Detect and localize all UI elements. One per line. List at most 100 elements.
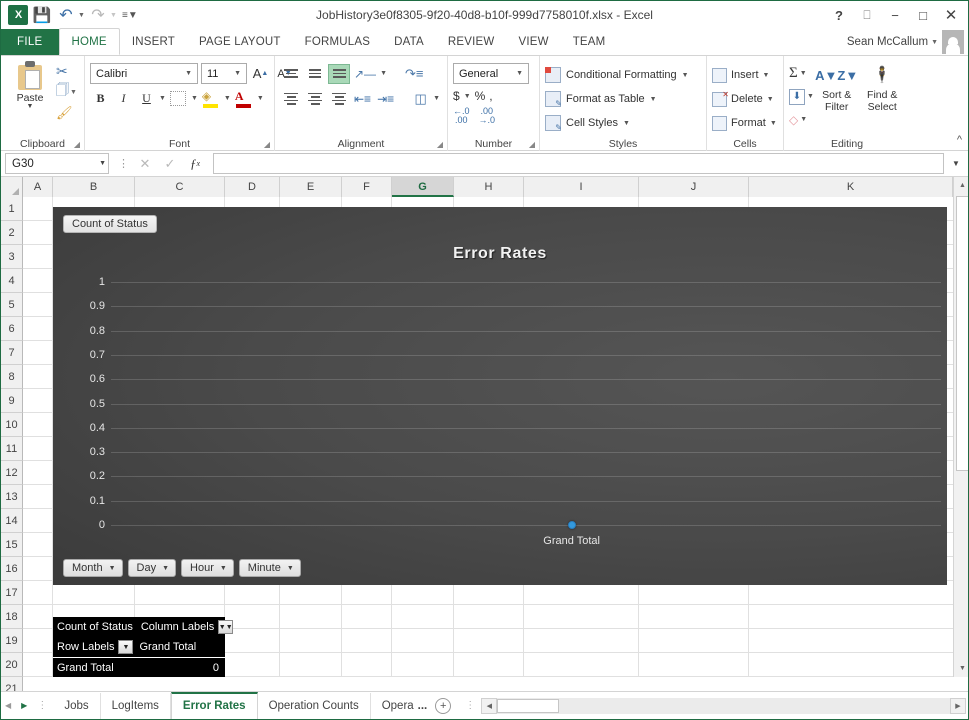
clipboard-dialog-launcher[interactable]: ◢ xyxy=(74,140,80,149)
format-painter-icon[interactable]: 🖌 xyxy=(56,105,73,121)
field-button-day-dropdown-icon[interactable]: ▼ xyxy=(162,565,169,572)
data-point-grand-total[interactable] xyxy=(568,521,576,529)
row-header-6[interactable]: 6 xyxy=(1,317,23,341)
column-header-j[interactable]: J xyxy=(639,177,749,197)
previous-sheet-icon[interactable]: ◀ xyxy=(5,701,11,710)
fill-dropdown-icon[interactable]: ▼ xyxy=(807,93,814,100)
user-dropdown-icon[interactable]: ▼ xyxy=(931,39,938,46)
bold-button[interactable]: B xyxy=(90,88,111,109)
increase-indent-icon[interactable]: ⇥≡ xyxy=(375,88,396,109)
column-header-g[interactable]: G xyxy=(392,177,454,197)
conditional-formatting-button[interactable]: Conditional Formatting ▼ xyxy=(545,64,689,86)
sheet-tab-jobs[interactable]: Jobs xyxy=(53,693,100,719)
pivot-table[interactable]: Count of Status Column Labels ▼▼ Row Lab… xyxy=(53,617,225,677)
fill-button[interactable]: ⬇ ▼ xyxy=(789,86,814,107)
redo-dropdown-icon[interactable]: ▼ xyxy=(110,12,117,19)
row-header-20[interactable]: 20 xyxy=(1,653,23,677)
row-header-12[interactable]: 12 xyxy=(1,461,23,485)
tab-page-layout[interactable]: PAGE LAYOUT xyxy=(187,29,293,55)
borders-icon[interactable] xyxy=(168,88,189,109)
scissors-icon[interactable]: ✂ xyxy=(56,63,68,80)
row-header-18[interactable]: 18 xyxy=(1,605,23,629)
field-button-minute[interactable]: Minute ▼ xyxy=(239,559,301,577)
paste-dropdown-icon[interactable]: ▼ xyxy=(27,104,34,110)
clear-dropdown-icon[interactable]: ▼ xyxy=(800,116,807,123)
row-header-17[interactable]: 17 xyxy=(1,581,23,605)
cells-area[interactable]: Count of Status Error Rates 1 0.9 0.8 0.… xyxy=(23,197,953,677)
insert-cells-button[interactable]: Insert ▼ xyxy=(712,64,769,86)
redo-icon[interactable]: ↷ xyxy=(87,4,109,26)
percent-format-icon[interactable]: % xyxy=(475,89,486,103)
column-header-c[interactable]: C xyxy=(135,177,225,197)
tab-view[interactable]: VIEW xyxy=(506,29,560,55)
cancel-icon[interactable]: ✕ xyxy=(133,153,157,174)
column-header-h[interactable]: H xyxy=(454,177,524,197)
close-icon[interactable]: ✕ xyxy=(938,4,964,26)
name-box[interactable]: G30 ▼ xyxy=(5,153,109,174)
expand-formula-bar-icon[interactable]: ▼ xyxy=(948,159,964,168)
sort-and-filter-button[interactable]: A▼Z▼ Sort & Filter xyxy=(814,63,860,113)
font-color-icon[interactable]: A xyxy=(233,88,255,109)
maximize-icon[interactable]: □ xyxy=(910,4,936,26)
autosum-button[interactable]: Σ ▼ xyxy=(789,63,814,84)
row-header-2[interactable]: 2 xyxy=(1,221,23,245)
format-as-table-dropdown-icon[interactable]: ▼ xyxy=(650,96,657,103)
copy-icon[interactable]: 🗍 xyxy=(56,81,69,103)
sheet-tab-opera-truncated[interactable]: Opera xyxy=(371,693,418,719)
tab-review[interactable]: REVIEW xyxy=(436,29,507,55)
sheet-tab-logitems[interactable]: LogItems xyxy=(101,693,171,719)
italic-button[interactable]: I xyxy=(113,88,134,109)
borders-dropdown-icon[interactable]: ▼ xyxy=(191,95,198,102)
font-color-dropdown-icon[interactable]: ▼ xyxy=(257,95,264,102)
decrease-decimal-icon[interactable]: .00→.0 xyxy=(479,107,496,125)
formula-input[interactable] xyxy=(213,153,944,174)
align-right-icon[interactable] xyxy=(328,89,350,109)
currency-dropdown-icon[interactable]: ▼ xyxy=(464,93,471,100)
help-icon[interactable]: ? xyxy=(826,4,852,26)
underline-button[interactable]: U xyxy=(136,88,157,109)
tab-team[interactable]: TEAM xyxy=(561,29,618,55)
delete-cells-button[interactable]: Delete ▼ xyxy=(712,88,774,110)
scroll-left-icon[interactable]: ◀ xyxy=(481,698,497,714)
column-header-b[interactable]: B xyxy=(53,177,135,197)
sheet-context-icon[interactable]: ⋮ xyxy=(459,700,481,711)
vertical-scrollbar-thumb[interactable] xyxy=(956,196,969,471)
font-name-combo[interactable]: Calibri ▼ xyxy=(90,63,198,84)
new-sheet-button[interactable]: + xyxy=(435,698,451,714)
row-header-1[interactable]: 1 xyxy=(1,197,23,221)
fill-color-icon[interactable]: ◈ xyxy=(200,88,222,109)
orientation-icon[interactable]: ↗— xyxy=(352,63,378,84)
orientation-dropdown-icon[interactable]: ▼ xyxy=(380,70,387,77)
row-header-19[interactable]: 19 xyxy=(1,629,23,653)
merge-and-center-icon[interactable]: ◫ xyxy=(410,88,431,109)
clear-button[interactable]: ◇ ▼ xyxy=(789,109,814,130)
font-size-combo[interactable]: 11 ▼ xyxy=(201,63,247,84)
select-all-button[interactable] xyxy=(1,177,23,197)
save-icon[interactable]: 💾 xyxy=(31,4,53,26)
tab-file[interactable]: FILE xyxy=(1,29,59,55)
pivot-chart[interactable]: Count of Status Error Rates 1 0.9 0.8 0.… xyxy=(53,207,947,585)
collapse-ribbon-icon[interactable]: ^ xyxy=(957,134,962,146)
tab-data[interactable]: DATA xyxy=(382,29,436,55)
tab-insert[interactable]: INSERT xyxy=(120,29,187,55)
wrap-text-icon[interactable]: ↷≡ xyxy=(403,63,425,84)
fill-color-dropdown-icon[interactable]: ▼ xyxy=(224,95,231,102)
underline-dropdown-icon[interactable]: ▼ xyxy=(159,95,166,102)
field-button-minute-dropdown-icon[interactable]: ▼ xyxy=(287,565,294,572)
vertical-scrollbar[interactable]: ▲ ▼ xyxy=(953,177,969,677)
number-format-dropdown-icon[interactable]: ▼ xyxy=(513,70,526,77)
column-header-i[interactable]: I xyxy=(524,177,639,197)
scroll-up-icon[interactable]: ▲ xyxy=(954,177,969,194)
paste-button[interactable]: Paste ▼ xyxy=(6,59,54,110)
column-header-k[interactable]: K xyxy=(749,177,953,197)
row-header-11[interactable]: 11 xyxy=(1,437,23,461)
row-header-10[interactable]: 10 xyxy=(1,413,23,437)
column-header-e[interactable]: E xyxy=(280,177,342,197)
font-dialog-launcher[interactable]: ◢ xyxy=(264,140,270,149)
format-cells-button[interactable]: Format ▼ xyxy=(712,112,777,134)
row-header-9[interactable]: 9 xyxy=(1,389,23,413)
align-top-icon[interactable] xyxy=(280,64,302,84)
format-dropdown-icon[interactable]: ▼ xyxy=(770,120,777,127)
horizontal-scrollbar[interactable]: ◀ ▶ xyxy=(481,698,966,714)
pivot-row-filter-icon[interactable]: ▼ xyxy=(118,640,133,654)
